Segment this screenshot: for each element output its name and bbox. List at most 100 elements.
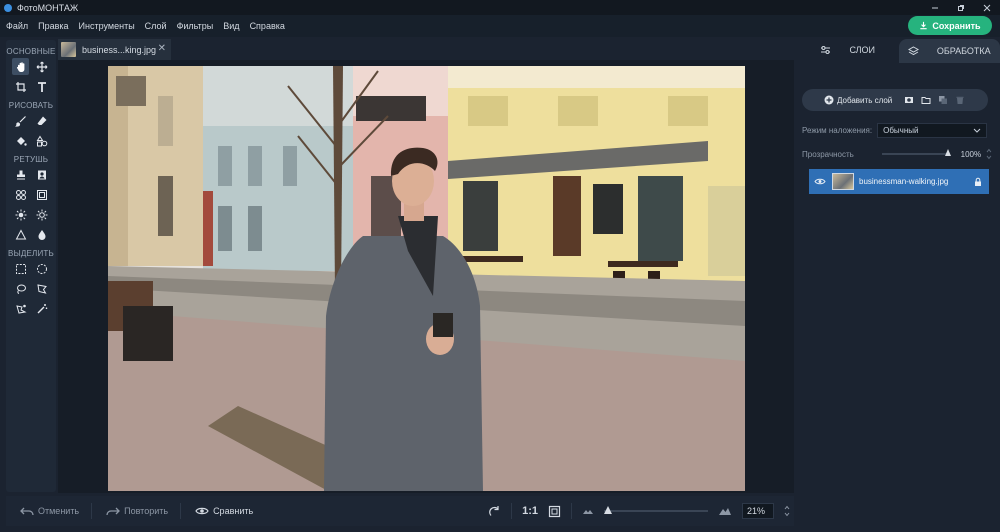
move-icon: [36, 61, 47, 72]
opacity-stepper-icon[interactable]: [986, 148, 992, 160]
blend-mode-select[interactable]: Обычный: [877, 123, 988, 138]
tools-section-draw: РИСОВАТЬ: [8, 101, 54, 110]
compare-label: Сравнить: [213, 506, 254, 516]
fill-tool[interactable]: [12, 132, 29, 149]
add-layer-button[interactable]: Добавить слой: [824, 95, 892, 105]
shapes-icon: [36, 135, 47, 146]
save-label: Сохранить: [932, 20, 981, 31]
magnetic-lasso-tool[interactable]: [12, 300, 29, 317]
rect-select-tool[interactable]: [12, 260, 29, 277]
duplicate-icon[interactable]: [938, 95, 948, 105]
move-tool[interactable]: [33, 58, 50, 75]
opacity-slider[interactable]: [881, 149, 951, 156]
layer-name: businessman-walking.jpg: [859, 177, 949, 186]
shapes-tool[interactable]: [33, 132, 50, 149]
fit-screen-icon[interactable]: [548, 505, 561, 518]
lasso-icon: [16, 284, 26, 294]
tools-section-basic: ОСНОВНЫЕ: [6, 47, 56, 56]
menu-view[interactable]: Вид: [223, 21, 239, 31]
paint-bucket-icon: [16, 136, 27, 146]
sharpen-tool[interactable]: [12, 226, 29, 243]
document-tab-name: business...king.jpg: [82, 44, 157, 55]
portrait-tool[interactable]: [33, 166, 50, 183]
menu-help[interactable]: Справка: [250, 21, 285, 31]
triangle-icon: [15, 228, 26, 239]
tab-processing[interactable]: ОБРАБОТКА: [898, 39, 1000, 63]
plus-circle-icon: [824, 95, 834, 105]
opacity-label: Прозрачность: [802, 149, 854, 159]
canvas-area[interactable]: [58, 60, 794, 493]
eye-icon[interactable]: [814, 177, 826, 186]
light-tool[interactable]: [33, 206, 50, 223]
lock-icon[interactable]: [974, 177, 982, 187]
tools-section-retouch: РЕТУШЬ: [13, 155, 49, 164]
mask-icon[interactable]: [904, 95, 914, 105]
save-button[interactable]: Сохранить: [908, 16, 992, 35]
text-icon: [37, 81, 46, 92]
lasso-tool[interactable]: [12, 280, 29, 297]
close-tab-icon[interactable]: ✕: [158, 43, 166, 54]
zoom-slider-handle[interactable]: [604, 506, 612, 514]
zoom-slider[interactable]: [604, 506, 708, 514]
eraser-tool[interactable]: [33, 112, 50, 129]
layer-icon-group: [904, 95, 965, 105]
undo-button[interactable]: Отменить: [20, 506, 79, 516]
tab-processing-label: ОБРАБОТКА: [936, 46, 991, 56]
crop-tool[interactable]: [12, 78, 29, 95]
stamp-tool[interactable]: [12, 166, 29, 183]
tab-layers[interactable]: СЛОИ: [797, 39, 899, 63]
separator: [91, 503, 93, 519]
portrait-icon: [37, 170, 46, 179]
ellipse-select-tool[interactable]: [33, 260, 50, 277]
restore-icon: [958, 4, 964, 11]
menu-edit[interactable]: Правка: [38, 21, 68, 31]
magic-wand-tool[interactable]: [33, 300, 50, 317]
menu-tools[interactable]: Инструменты: [79, 21, 135, 31]
brush-icon: [14, 115, 26, 127]
minimize-button[interactable]: [922, 0, 948, 15]
tab-layers-label: СЛОИ: [849, 45, 876, 55]
blend-mode-label: Режим наложения:: [802, 126, 873, 135]
photo-canvas[interactable]: [108, 66, 745, 491]
brightness-tool[interactable]: [12, 206, 29, 223]
pattern-tool[interactable]: [12, 186, 29, 203]
ellipse-select-icon: [36, 263, 47, 274]
rect-select-icon: [15, 263, 26, 274]
layer-actions-bar: Добавить слой: [802, 89, 988, 111]
sun-icon: [15, 209, 26, 220]
menu-filters[interactable]: Фильтры: [177, 21, 214, 31]
document-tab[interactable]: business...king.jpg ✕: [58, 39, 171, 60]
opacity-value: 100%: [960, 149, 982, 159]
blur-tool[interactable]: [33, 226, 50, 243]
hand-icon: [16, 61, 24, 72]
chevron-down-icon: [973, 128, 981, 133]
undo-label: Отменить: [38, 506, 80, 516]
undo-icon: [20, 507, 34, 515]
frame-tool[interactable]: [33, 186, 50, 203]
hand-tool[interactable]: [12, 58, 29, 75]
trash-icon[interactable]: [955, 95, 965, 105]
zoom-input[interactable]: 21%: [742, 503, 774, 519]
actual-size-button[interactable]: 1:1: [522, 505, 538, 517]
menu-layer[interactable]: Слой: [145, 21, 167, 31]
compare-button[interactable]: Сравнить: [195, 506, 253, 516]
rotate-icon[interactable]: [488, 505, 501, 518]
bottom-toolbar: Отменить Повторить Сравнить 1:1 21%: [6, 496, 794, 526]
brush-tool[interactable]: [12, 112, 29, 129]
opacity-slider-handle[interactable]: [944, 149, 951, 156]
zoom-stepper-icon[interactable]: [784, 505, 790, 517]
zoom-out-mountain-icon[interactable]: [582, 507, 594, 515]
layers-stack-icon: [907, 46, 919, 56]
separator: [571, 503, 572, 519]
photo-image: [108, 66, 745, 491]
restore-button[interactable]: [948, 0, 974, 15]
close-window-button[interactable]: [974, 0, 1000, 15]
menu-file[interactable]: Файл: [6, 21, 28, 31]
blend-mode-value: Обычный: [883, 126, 919, 135]
text-tool[interactable]: [33, 78, 50, 95]
polygon-lasso-tool[interactable]: [33, 280, 50, 297]
zoom-in-mountain-icon[interactable]: [718, 506, 732, 516]
redo-button[interactable]: Повторить: [106, 506, 168, 516]
layer-item[interactable]: businessman-walking.jpg: [809, 169, 989, 194]
folder-icon[interactable]: [921, 95, 931, 105]
